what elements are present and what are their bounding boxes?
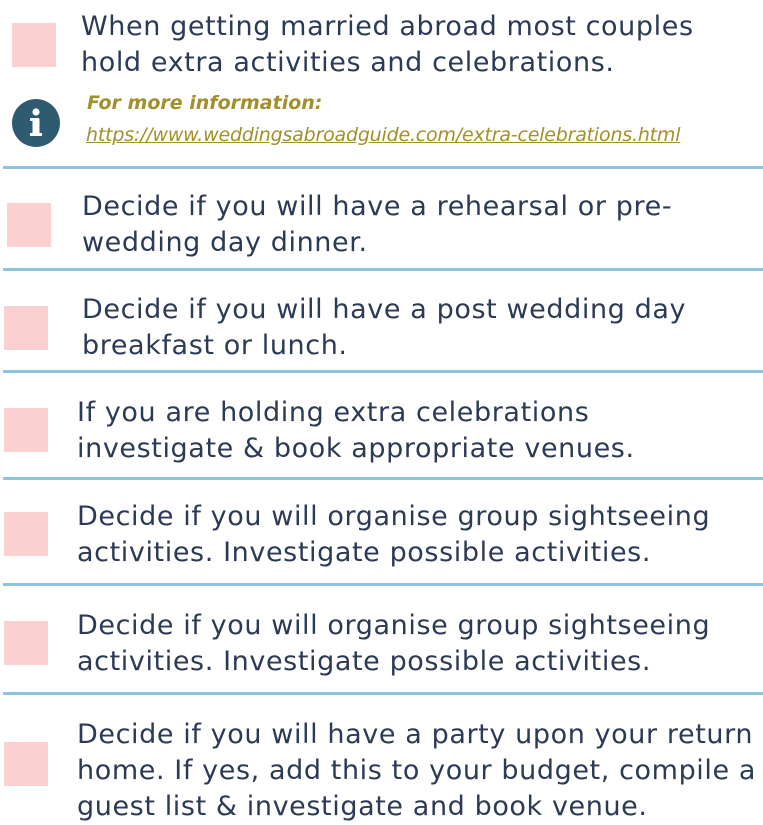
task-6-line3: guest list & investigate and book venue. xyxy=(77,791,648,822)
checkbox-task-4[interactable] xyxy=(4,512,48,556)
checkbox-task-2[interactable] xyxy=(4,306,48,350)
task-2-line2: breakfast or lunch. xyxy=(82,330,348,361)
task-1-line2: wedding day dinner. xyxy=(82,227,368,258)
checkbox-task-1[interactable] xyxy=(7,203,51,247)
info-link[interactable]: https://www.weddingsabroadguide.com/extr… xyxy=(86,124,681,146)
task-3-line1: If you are holding extra celebrations xyxy=(77,397,590,428)
task-3-line2: investigate & book appropriate venues. xyxy=(77,433,635,464)
task-5-line2: activities. Investigate possible activit… xyxy=(77,646,652,677)
info-label: For more information: xyxy=(87,92,323,114)
divider xyxy=(3,370,763,373)
divider xyxy=(3,477,763,480)
checkbox-task-6[interactable] xyxy=(4,742,48,786)
checkbox-task-5[interactable] xyxy=(4,621,48,665)
divider xyxy=(3,692,763,695)
task-2-line1: Decide if you will have a post wedding d… xyxy=(82,294,687,325)
divider xyxy=(3,166,763,169)
checkbox-task-3[interactable] xyxy=(4,408,48,452)
divider xyxy=(3,583,763,586)
divider xyxy=(3,268,763,271)
task-4-line1: Decide if you will organise group sights… xyxy=(77,501,711,532)
task-1-line1: Decide if you will have a rehearsal or p… xyxy=(82,191,673,222)
intro-text-line2: hold extra activities and celebrations. xyxy=(81,47,615,78)
task-6-line2: home. If yes, add this to your budget, c… xyxy=(77,755,757,786)
intro-text-line1: When getting married abroad most couples xyxy=(81,11,694,42)
info-glyph-icon xyxy=(30,108,42,136)
task-4-line2: activities. Investigate possible activit… xyxy=(77,537,652,568)
checkbox-intro[interactable] xyxy=(12,23,56,67)
task-6-line1: Decide if you will have a party upon you… xyxy=(77,719,754,750)
task-5-line1: Decide if you will organise group sights… xyxy=(77,610,711,641)
info-icon xyxy=(12,99,60,147)
